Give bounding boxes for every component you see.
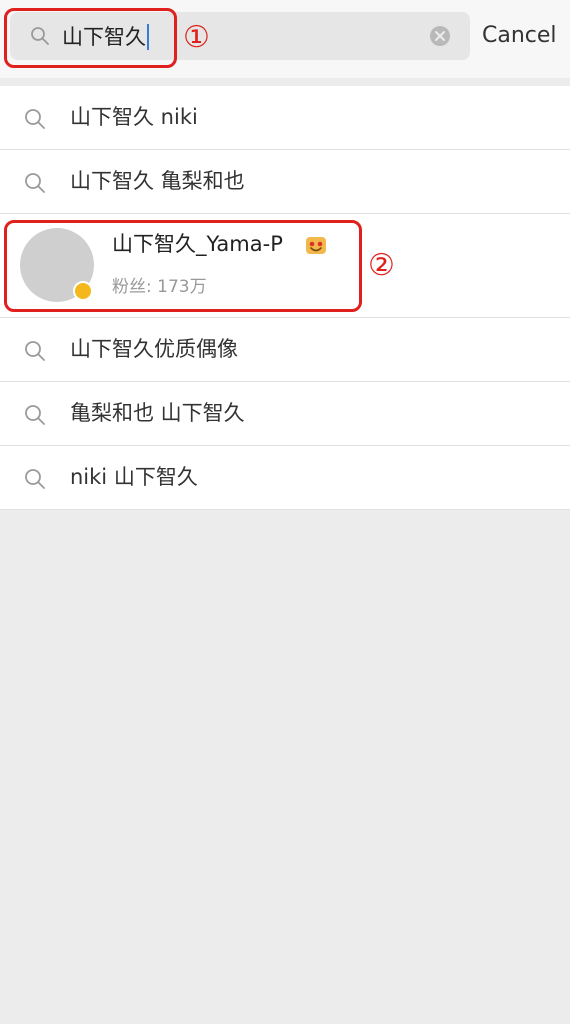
annotation-marker-2: ②: [368, 248, 395, 283]
search-icon: [25, 405, 45, 425]
search-icon: [25, 173, 45, 193]
annotation-box-1: [4, 8, 177, 68]
suggestion-label: niki 山下智久: [70, 465, 198, 489]
suggestion-label: 山下智久优质偶像: [70, 337, 238, 361]
suggestion-item[interactable]: niki 山下智久: [0, 446, 570, 510]
annotation-marker-1: ①: [183, 20, 210, 55]
suggestion-item[interactable]: 山下智久优质偶像: [0, 318, 570, 382]
cancel-button[interactable]: Cancel: [482, 20, 557, 52]
suggestion-label: 亀梨和也 山下智久: [70, 401, 245, 425]
search-icon: [25, 469, 45, 489]
clear-icon[interactable]: [429, 25, 451, 47]
search-icon: [25, 341, 45, 361]
suggestion-item[interactable]: 山下智久 niki: [0, 86, 570, 150]
suggestion-item[interactable]: 山下智久 亀梨和也: [0, 150, 570, 214]
suggestion-label: 山下智久 niki: [70, 105, 198, 129]
search-page: 山下智久 Cancel 山下智久 niki 山下智久 亀梨和也 山下智久_Yam…: [0, 0, 570, 1024]
annotation-box-2: [4, 220, 362, 312]
suggestion-label: 山下智久 亀梨和也: [70, 169, 245, 193]
suggestion-item[interactable]: 亀梨和也 山下智久: [0, 382, 570, 446]
search-icon: [25, 109, 45, 129]
